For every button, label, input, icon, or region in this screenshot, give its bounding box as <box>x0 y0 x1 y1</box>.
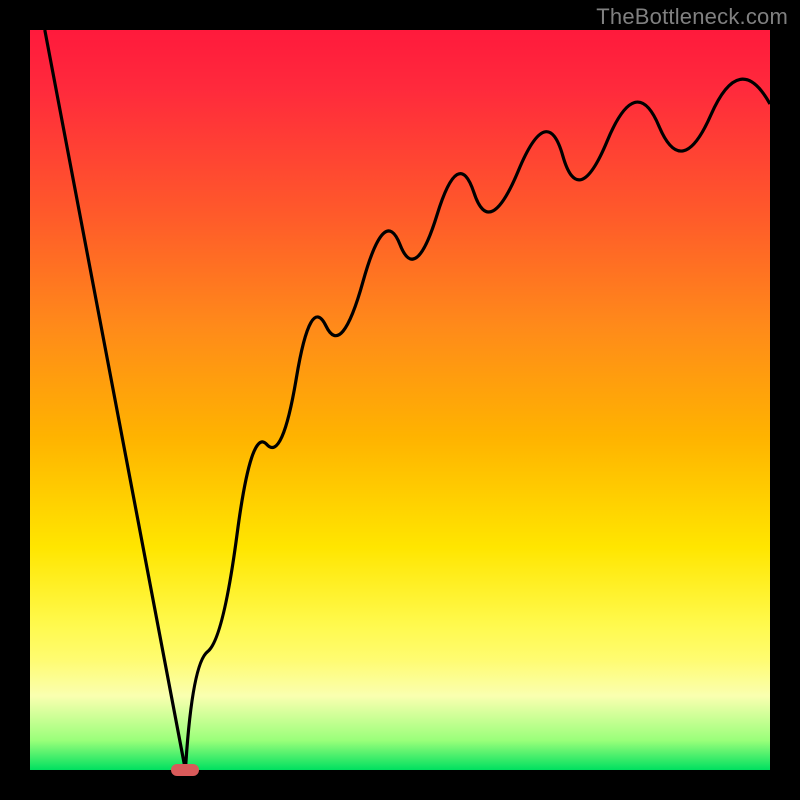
curve-svg <box>30 30 770 770</box>
minimum-marker <box>171 764 199 776</box>
watermark-text: TheBottleneck.com <box>596 4 788 30</box>
plot-area <box>30 30 770 770</box>
chart-frame: TheBottleneck.com <box>0 0 800 800</box>
bottleneck-curve <box>45 30 770 770</box>
